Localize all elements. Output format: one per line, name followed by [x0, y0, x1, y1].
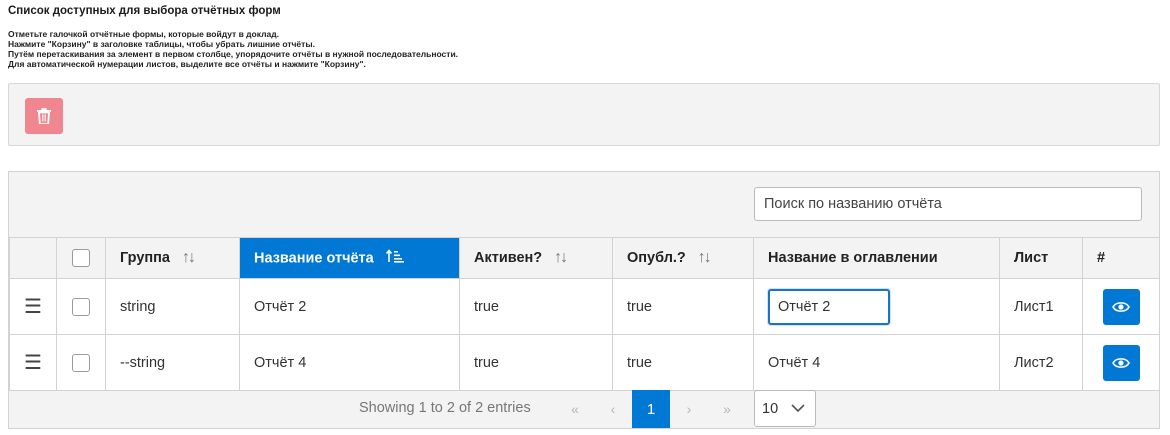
- column-label: Опубл.?: [627, 249, 686, 266]
- column-header-active[interactable]: Активен? ↑↓: [459, 237, 613, 279]
- column-label: Название в оглавлении: [768, 250, 938, 266]
- actions-cell: [1082, 334, 1160, 391]
- eye-icon: [1112, 357, 1130, 368]
- column-header-actions: #: [1082, 237, 1160, 279]
- toolbar-panel: [8, 83, 1160, 146]
- eye-icon: [1112, 301, 1130, 312]
- instruction-line: Отметьте галочкой отчётные формы, которы…: [8, 29, 279, 39]
- select-all-checkbox[interactable]: [72, 249, 90, 267]
- column-header-group[interactable]: Группа ↑↓: [105, 237, 240, 279]
- column-label: Группа: [120, 249, 170, 266]
- page-title: Список доступных для выбора отчётных фор…: [8, 5, 281, 17]
- prev-page-button[interactable]: ‹: [594, 390, 632, 428]
- sort-icon: ↑↓: [697, 249, 712, 266]
- cell-group: --string: [105, 334, 240, 391]
- cell-name: Отчёт 4: [239, 334, 460, 391]
- page-size-value: 10: [762, 400, 779, 417]
- view-button[interactable]: [1102, 344, 1140, 381]
- cell-sheet: Лист1: [999, 278, 1083, 335]
- pagination-bar: Showing 1 to 2 of 2 entries « ‹ 1 › » 10: [9, 390, 1159, 428]
- cell-group: string: [105, 278, 240, 335]
- instruction-line: Путём перетаскивания за элемент в первом…: [8, 49, 459, 59]
- page-button-current[interactable]: 1: [632, 390, 670, 428]
- instructions: Отметьте галочкой отчётные формы, которы…: [8, 29, 458, 69]
- chevron-down-icon: [791, 404, 805, 413]
- cell-name: Отчёт 2: [239, 278, 460, 335]
- search-input[interactable]: [754, 187, 1142, 221]
- sort-icon: ↑↓: [181, 249, 196, 266]
- instruction-line: Для автоматической нумерации листов, выд…: [8, 59, 366, 69]
- row-checkbox-cell: [56, 278, 106, 335]
- column-label: Лист: [1014, 250, 1049, 266]
- cell-toc-name: Отчёт 4: [753, 334, 1000, 391]
- table-header-row: Группа ↑↓ Название отчёта Активен? ↑↓ Опуб…: [9, 237, 1160, 279]
- column-header-toc-name: Название в оглавлении: [753, 237, 1000, 279]
- row-checkbox[interactable]: [72, 353, 90, 372]
- drag-column-header: [9, 237, 57, 279]
- column-header-published[interactable]: Опубл.? ↑↓: [612, 237, 754, 279]
- drag-handle-icon[interactable]: ☰: [24, 297, 42, 317]
- first-page-button[interactable]: «: [556, 390, 594, 428]
- reports-table: Группа ↑↓ Название отчёта Активен? ↑↓ Опуб…: [9, 237, 1160, 391]
- drag-handle-icon[interactable]: ☰: [24, 353, 42, 373]
- toc-name-input[interactable]: [768, 288, 890, 325]
- column-header-sheet: Лист: [999, 237, 1083, 279]
- page-size-select[interactable]: 10: [754, 390, 816, 427]
- drag-handle-cell: ☰: [9, 278, 57, 335]
- row-checkbox[interactable]: [72, 297, 90, 316]
- last-page-button[interactable]: »: [708, 390, 746, 428]
- cell-toc-name: [753, 278, 1000, 335]
- table-row: ☰ --string Отчёт 4 true true Отчёт 4 Лис…: [9, 334, 1160, 391]
- table-row: ☰ string Отчёт 2 true true Лист1: [9, 278, 1160, 335]
- actions-cell: [1082, 278, 1160, 335]
- cell-published: true: [612, 278, 754, 335]
- column-label: #: [1097, 250, 1106, 266]
- sort-ascending-icon: [385, 248, 404, 268]
- trash-icon: [37, 108, 51, 124]
- reports-grid: Группа ↑↓ Название отчёта Активен? ↑↓ Опуб…: [8, 171, 1160, 429]
- entries-info: Showing 1 to 2 of 2 entries: [359, 400, 531, 416]
- column-label: Активен?: [474, 249, 543, 266]
- cell-published: true: [612, 334, 754, 391]
- cell-sheet: Лист2: [999, 334, 1083, 391]
- row-checkbox-cell: [56, 334, 106, 391]
- page-header: Список доступных для выбора отчётных фор…: [8, 4, 458, 69]
- column-label: Название отчёта: [254, 249, 374, 266]
- sort-icon: ↑↓: [554, 249, 568, 266]
- view-button[interactable]: [1102, 288, 1140, 325]
- delete-button[interactable]: [25, 98, 63, 134]
- cell-active: true: [459, 278, 613, 335]
- select-all-cell: [56, 237, 106, 279]
- cell-active: true: [459, 334, 613, 391]
- instruction-line: Нажмите "Корзину" в заголовке таблицы, ч…: [8, 39, 315, 49]
- column-header-name[interactable]: Название отчёта: [239, 237, 460, 279]
- next-page-button[interactable]: ›: [670, 390, 708, 428]
- drag-handle-cell: ☰: [9, 334, 57, 391]
